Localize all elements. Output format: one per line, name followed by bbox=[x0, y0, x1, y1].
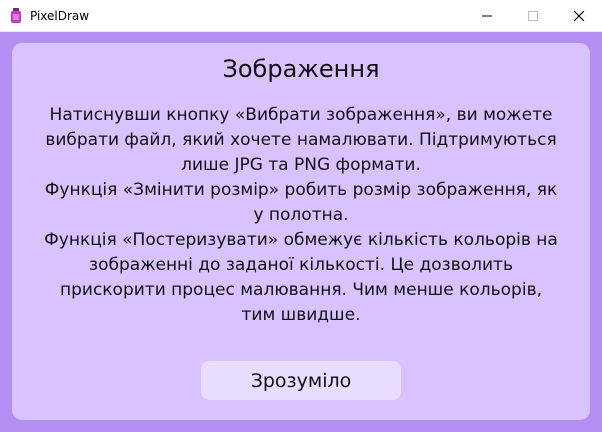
app-icon bbox=[8, 7, 24, 24]
maximize-icon bbox=[528, 10, 538, 21]
window-title: PixelDraw bbox=[30, 8, 90, 23]
close-icon bbox=[573, 10, 585, 21]
help-paragraph-select-image: Натиснувши кнопку «Вибрати зображення», … bbox=[45, 105, 557, 175]
close-button[interactable] bbox=[556, 0, 602, 31]
help-dialog-panel: Зображення Натиснувши кнопку «Вибрати зо… bbox=[12, 43, 590, 420]
help-paragraph-posterize: Функція «Постеризувати» обмежує кількіст… bbox=[44, 230, 558, 325]
minimize-button[interactable] bbox=[464, 0, 510, 31]
minimize-icon bbox=[482, 15, 492, 16]
maximize-button[interactable] bbox=[510, 0, 556, 31]
help-paragraph-resize: Функція «Змінити розмір» робить розмір з… bbox=[44, 180, 558, 225]
got-it-button[interactable]: Зрозуміло bbox=[201, 361, 401, 400]
app-window: PixelDraw Зображення Натиснувши кнопку «… bbox=[0, 0, 602, 432]
title-bar[interactable]: PixelDraw bbox=[0, 0, 602, 32]
window-controls bbox=[464, 0, 602, 31]
dialog-heading: Зображення bbox=[222, 55, 380, 83]
dialog-body: Натиснувши кнопку «Вибрати зображення», … bbox=[42, 103, 560, 328]
